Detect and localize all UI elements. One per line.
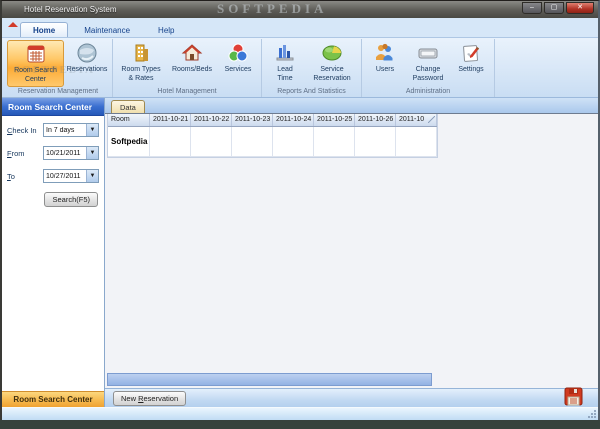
lead-time-button[interactable]: Lead Time (265, 40, 305, 85)
tab-home[interactable]: Home (20, 22, 69, 37)
availability-cell[interactable] (273, 127, 314, 157)
group-label-reservation-management: Reservation Management (17, 88, 99, 95)
resize-grip[interactable] (587, 409, 596, 418)
calendar-search-icon (25, 43, 47, 65)
availability-cell[interactable] (150, 127, 191, 157)
room-search-panel: Room Search Center Check In In 7 days ▼ … (2, 98, 105, 407)
save-icon[interactable] (563, 386, 584, 407)
search-button[interactable]: Search(F5) (44, 192, 98, 207)
title-bar[interactable]: Hotel Reservation System SOFTPEDIA – ▢ ✕ (2, 1, 598, 27)
house-icon (181, 42, 203, 64)
to-date-picker[interactable]: 10/27/2011 ▼ (43, 169, 99, 183)
column-header-room[interactable]: Room (108, 114, 150, 126)
globe-icon (76, 42, 98, 64)
close-button[interactable]: ✕ (566, 2, 594, 14)
checkin-label: Check In (7, 125, 37, 135)
from-label: From (7, 148, 25, 158)
settings-button[interactable]: Settings (451, 40, 491, 76)
availability-cell[interactable] (396, 127, 437, 157)
chevron-down-icon[interactable]: ▼ (86, 170, 98, 182)
status-bar (2, 407, 598, 420)
rooms-beds-button[interactable]: Rooms/Beds (167, 40, 217, 76)
to-label: To (7, 171, 15, 181)
document-tab-strip: Data (105, 98, 598, 114)
ribbon: SOFTPEDIA Room Search Center Reservation… (2, 37, 598, 98)
bottom-toolbar: New Reservation (105, 386, 598, 407)
from-date-picker[interactable]: 10/21/2011 ▼ (43, 146, 99, 160)
tab-maintenance[interactable]: Maintenance (72, 23, 142, 37)
column-header-date[interactable]: 2011-10-25 (314, 114, 355, 126)
availability-cell[interactable] (355, 127, 396, 157)
circles-icon (227, 42, 249, 64)
checkin-combobox[interactable]: In 7 days ▼ (43, 123, 99, 137)
column-header-date[interactable]: 2011-10-21 (150, 114, 191, 126)
new-reservation-button[interactable]: New Reservation (113, 390, 187, 406)
column-header-date[interactable]: 2011-10-24 (273, 114, 314, 126)
users-icon (374, 42, 396, 64)
chevron-down-icon[interactable]: ▼ (86, 147, 98, 159)
chevron-down-icon[interactable]: ▼ (86, 124, 98, 136)
grid-header-row: Room 2011-10-21 2011-10-22 2011-10-23 20… (108, 114, 437, 127)
change-password-button[interactable]: Change Password (406, 40, 450, 85)
horizontal-scrollbar[interactable] (107, 373, 432, 386)
desktop-background: Hotel Reservation System SOFTPEDIA – ▢ ✕… (0, 0, 600, 429)
ribbon-group-reports-statistics: Lead Time Service Reservation Reports An… (262, 39, 362, 97)
settings-icon (460, 42, 482, 64)
app-window: Hotel Reservation System SOFTPEDIA – ▢ ✕… (0, 0, 600, 420)
room-types-rates-button[interactable]: Room Types & Rates (116, 40, 166, 85)
building-icon (130, 42, 152, 64)
column-header-date[interactable]: 2011-10-22 (191, 114, 232, 126)
maximize-button[interactable]: ▢ (544, 2, 564, 14)
tab-data[interactable]: Data (111, 100, 145, 113)
availability-grid: Room 2011-10-21 2011-10-22 2011-10-23 20… (107, 114, 438, 158)
pie-chart-icon (321, 42, 343, 64)
availability-cell[interactable] (191, 127, 232, 157)
group-label-hotel-management: Hotel Management (157, 88, 217, 95)
ribbon-group-administration: Users Change Password Settings Administr… (362, 39, 495, 97)
group-label-reports-statistics: Reports And Statistics (277, 88, 346, 95)
keyboard-icon (417, 42, 439, 64)
users-button[interactable]: Users (365, 40, 405, 76)
availability-cell[interactable] (232, 127, 273, 157)
ribbon-tab-row: Home Maintenance Help (2, 18, 598, 37)
room-name-cell[interactable]: Softpedia (108, 127, 150, 157)
workspace: Room 2011-10-21 2011-10-22 2011-10-23 20… (105, 114, 598, 388)
availability-cell[interactable] (314, 127, 355, 157)
ribbon-group-hotel-management: Room Types & Rates Rooms/Beds Services H… (113, 39, 262, 97)
main-area: Data Room 2011-10-21 2011-10-22 2011-10-… (105, 98, 598, 407)
panel-title: Room Search Center (2, 98, 104, 116)
bar-chart-icon (274, 42, 296, 64)
room-search-center-footer-button[interactable]: Room Search Center (2, 391, 104, 407)
table-row: Softpedia (108, 127, 437, 157)
service-reservation-button[interactable]: Service Reservation (306, 40, 358, 85)
softpedia-watermark: SOFTPEDIA (217, 1, 328, 16)
softpedia-watermark-faint: SOFTPEDIA (14, 64, 95, 76)
column-header-date[interactable]: 2011-10-23 (232, 114, 273, 126)
search-form: Check In In 7 days ▼ From 10/21/2011 ▼ T… (2, 116, 104, 391)
minimize-button[interactable]: – (522, 2, 542, 14)
column-header-date[interactable]: 2011-10-26 (355, 114, 396, 126)
tab-help[interactable]: Help (146, 23, 186, 37)
window-title: Hotel Reservation System (24, 5, 117, 14)
group-label-administration: Administration (405, 88, 451, 95)
app-home-icon (8, 4, 19, 27)
truncation-mark-icon (428, 116, 435, 123)
column-header-date-truncated[interactable]: 2011-10 (396, 114, 437, 126)
services-button[interactable]: Services (218, 40, 258, 76)
